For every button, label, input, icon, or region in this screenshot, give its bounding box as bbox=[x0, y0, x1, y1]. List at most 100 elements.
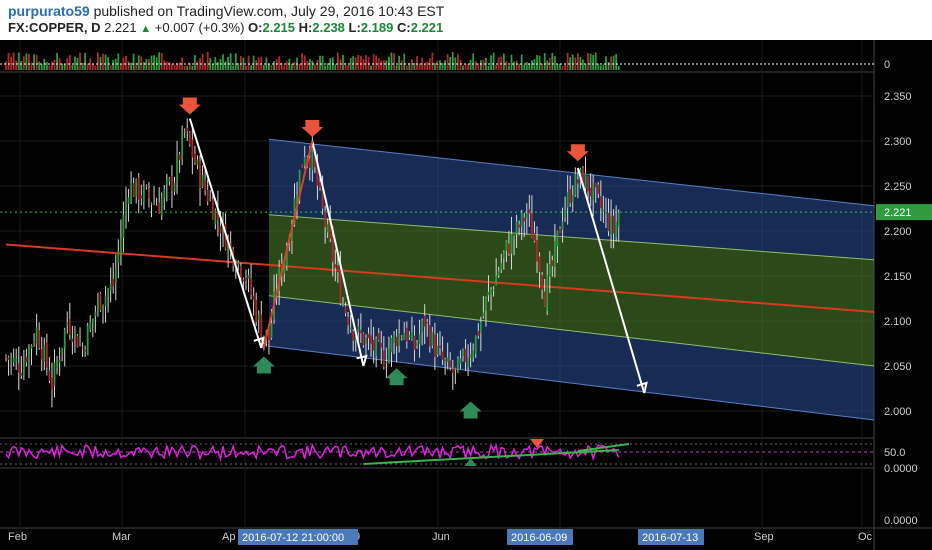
candle-body bbox=[597, 184, 600, 194]
volume-bar bbox=[102, 53, 104, 70]
volume-bar bbox=[324, 65, 327, 70]
candle-body bbox=[150, 203, 153, 205]
price-chart[interactable]: 2.350 2.300 2.250 2.200 2.150 2.100 2.050 2.000… bbox=[0, 40, 932, 550]
volume-bar bbox=[375, 55, 378, 70]
candle-body bbox=[472, 350, 475, 358]
highlighted-date-label: 2016-07-12 21:00:00 bbox=[242, 532, 344, 544]
rsi-pane bbox=[0, 439, 874, 466]
open-value: 2.215 bbox=[262, 20, 296, 35]
high-label: H: bbox=[298, 20, 313, 35]
volume-bar bbox=[301, 53, 304, 70]
candle-body bbox=[219, 226, 222, 234]
volume-bar bbox=[38, 61, 41, 70]
volume-bar bbox=[426, 61, 429, 70]
volume-bar bbox=[444, 60, 446, 70]
candle-body bbox=[500, 263, 503, 270]
volume-bar bbox=[311, 60, 314, 70]
volume-bar bbox=[515, 60, 518, 70]
volume-bar bbox=[347, 64, 349, 70]
volume-bar bbox=[298, 63, 301, 70]
volume-bar bbox=[538, 55, 541, 70]
candle-body bbox=[137, 177, 140, 200]
candle-body bbox=[518, 224, 521, 228]
candle-body bbox=[408, 335, 411, 338]
candle-body bbox=[462, 350, 464, 356]
candle-body bbox=[469, 354, 472, 358]
candle-body bbox=[130, 183, 132, 202]
volume-bar bbox=[551, 52, 554, 70]
last-price: 2.221 bbox=[104, 20, 137, 35]
candle-body bbox=[553, 241, 556, 267]
published-text: published on TradingView.com, July 29, 2… bbox=[93, 3, 445, 19]
candle-body bbox=[140, 195, 143, 199]
volume-bar bbox=[268, 64, 270, 70]
candle-body bbox=[605, 211, 607, 214]
author-link[interactable]: purpurato59 bbox=[8, 3, 90, 19]
volume-bar bbox=[5, 61, 7, 70]
volume-bar bbox=[610, 56, 612, 70]
candle-body bbox=[114, 268, 117, 284]
candle-body bbox=[367, 333, 370, 339]
volume-bar bbox=[109, 65, 112, 70]
volume-bar bbox=[132, 53, 135, 70]
candle-body bbox=[153, 202, 155, 204]
candle-body bbox=[84, 349, 87, 352]
volume-bar bbox=[97, 52, 99, 70]
candle-body bbox=[439, 345, 441, 349]
candle-body bbox=[319, 181, 321, 188]
volume-bar bbox=[487, 65, 490, 70]
volume-bar bbox=[497, 57, 500, 70]
candle-body bbox=[35, 327, 38, 344]
candle-body bbox=[178, 154, 181, 161]
volume-bar bbox=[17, 52, 20, 70]
candle-body bbox=[584, 173, 587, 189]
volume-bar bbox=[411, 59, 413, 70]
candle-body bbox=[339, 268, 342, 304]
candle-body bbox=[158, 202, 161, 214]
volume-bar bbox=[7, 52, 10, 70]
volume-bar bbox=[148, 59, 150, 70]
ohlc-line: FX:COPPER, D 2.221 ▲ +0.007 (+0.3%) O:2.… bbox=[8, 20, 443, 35]
volume-bar bbox=[196, 61, 199, 70]
current-price-label: 2.221 bbox=[884, 207, 912, 219]
candle-body bbox=[109, 283, 112, 291]
volume-bar bbox=[163, 60, 166, 70]
volume-bar bbox=[112, 59, 115, 70]
candle-body bbox=[382, 350, 385, 368]
candle-body bbox=[135, 178, 138, 197]
candle-body bbox=[523, 217, 526, 222]
candle-body bbox=[201, 175, 204, 188]
volume-bar bbox=[612, 55, 615, 70]
volume-bar bbox=[306, 61, 309, 70]
candle-body bbox=[25, 356, 28, 363]
volume-bar bbox=[40, 64, 43, 70]
candle-body bbox=[520, 212, 523, 227]
candle-body bbox=[436, 345, 439, 355]
candle-body bbox=[74, 330, 76, 338]
volume-bar bbox=[467, 64, 469, 70]
volume-bar bbox=[48, 65, 51, 70]
volume-bar bbox=[35, 54, 38, 70]
volume-bar bbox=[61, 63, 64, 70]
candle-body bbox=[576, 179, 579, 184]
high-value: 2.238 bbox=[312, 20, 345, 35]
up-arrow-marker bbox=[459, 401, 482, 419]
candle-body bbox=[76, 335, 79, 348]
volume-bar bbox=[431, 52, 434, 70]
volume-bar bbox=[94, 65, 97, 70]
volume-bar bbox=[388, 56, 390, 70]
candle-body bbox=[569, 189, 572, 204]
volume-bar bbox=[278, 56, 281, 70]
volume-bar bbox=[270, 65, 273, 70]
candle-body bbox=[459, 358, 462, 364]
volume-bar bbox=[599, 65, 602, 70]
candle-body bbox=[214, 209, 217, 224]
down-arrow-marker bbox=[301, 120, 324, 137]
volume-bar bbox=[158, 52, 161, 70]
candle-body bbox=[91, 318, 94, 324]
volume-bar bbox=[553, 56, 556, 70]
change-value: +0.007 (+0.3%) bbox=[154, 20, 245, 35]
volume-bar bbox=[400, 60, 403, 70]
volume-bar bbox=[252, 55, 255, 70]
price-tick-label: 2.050 bbox=[884, 361, 912, 373]
